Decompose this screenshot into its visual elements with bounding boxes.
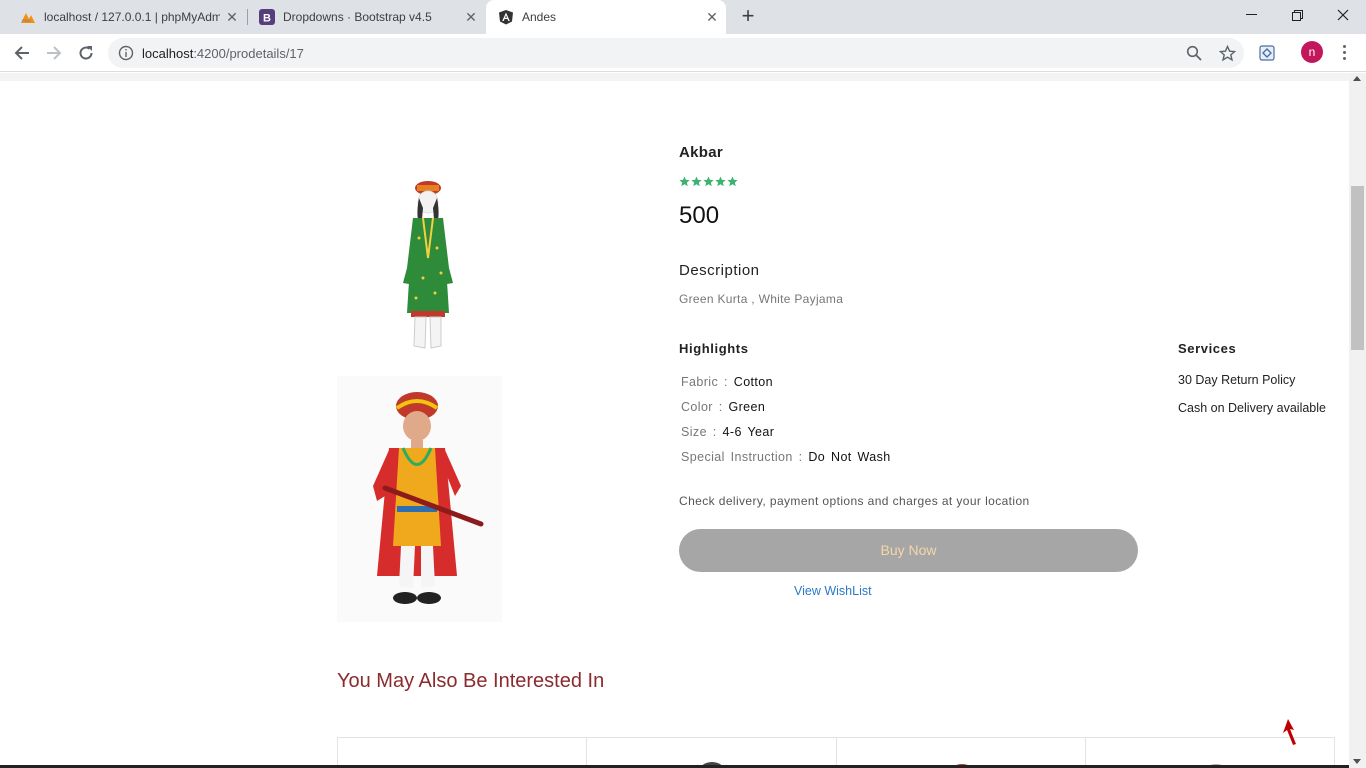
close-window-icon[interactable] [1320, 0, 1366, 30]
product-image-main[interactable] [383, 178, 473, 358]
spec-row: Size : 4-6 Year [681, 425, 775, 439]
spec-row: Special Instruction : Do Not Wash [681, 450, 891, 464]
related-product-card[interactable] [837, 738, 1086, 768]
bootstrap-icon: B [259, 9, 275, 25]
bookmark-star-icon[interactable] [1218, 44, 1236, 62]
product-name: Akbar [679, 144, 724, 161]
spec-row: Fabric : Cotton [681, 375, 773, 389]
spec-label: Size [681, 425, 707, 439]
star-icon [703, 176, 714, 187]
avatar[interactable]: n [1301, 41, 1323, 63]
cursor-icon [1283, 719, 1296, 745]
header-band [0, 73, 1349, 81]
related-product-card[interactable] [338, 738, 588, 768]
description-heading: Description [679, 262, 760, 279]
spec-value: Green [728, 400, 766, 414]
tab-andes[interactable]: Andes ✕ [486, 0, 726, 34]
related-product-card[interactable] [587, 738, 837, 768]
tab-strip: PMA localhost / 127.0.0.1 | phpMyAdm ✕ B… [0, 0, 1366, 34]
star-icon [691, 176, 702, 187]
tab-title: Dropdowns · Bootstrap v4.5 [283, 10, 432, 24]
view-wishlist-link[interactable]: View WishList [794, 584, 872, 598]
phpmyadmin-icon: PMA [20, 9, 36, 25]
spec-value: 4-6 Year [722, 425, 775, 439]
related-heading: You May Also Be Interested In [337, 670, 605, 692]
spec-label: Color [681, 400, 713, 414]
related-products-row [337, 737, 1335, 768]
info-icon[interactable] [118, 45, 134, 61]
scrollbar-thumb[interactable] [1351, 186, 1364, 350]
buy-now-button[interactable]: Buy Now [679, 529, 1138, 572]
spec-label: Fabric [681, 375, 719, 389]
url-text: localhost:4200/prodetails/17 [142, 46, 304, 61]
restore-icon[interactable] [1274, 0, 1320, 30]
extension-icon[interactable] [1253, 39, 1281, 67]
back-icon[interactable] [8, 39, 36, 67]
product-rating [679, 176, 738, 187]
star-icon [727, 176, 738, 187]
service-item: 30 Day Return Policy [1178, 373, 1296, 387]
page-scrollbar[interactable] [1349, 73, 1366, 768]
spec-label: Special Instruction [681, 450, 793, 464]
close-icon[interactable]: ✕ [704, 9, 720, 25]
close-icon[interactable]: ✕ [224, 9, 240, 25]
close-icon[interactable]: ✕ [463, 9, 479, 25]
tab-title: localhost / 127.0.0.1 | phpMyAdm [44, 10, 220, 24]
service-item: Cash on Delivery available [1178, 401, 1326, 415]
menu-icon[interactable] [1336, 42, 1352, 62]
spec-value: Cotton [733, 375, 773, 389]
spec-value: Do Not Wash [808, 450, 891, 464]
delivery-note: Check delivery, payment options and char… [679, 494, 1030, 508]
reload-icon[interactable] [72, 39, 100, 67]
new-tab-button[interactable]: + [736, 5, 760, 29]
svg-text:B: B [263, 13, 271, 25]
services-heading: Services [1178, 341, 1237, 356]
angular-icon [498, 9, 514, 25]
product-image-secondary[interactable] [337, 376, 502, 622]
minimize-icon[interactable] [1228, 0, 1274, 30]
address-bar[interactable]: localhost:4200/prodetails/17 [108, 38, 1244, 68]
zoom-icon[interactable] [1185, 44, 1203, 62]
browser-toolbar: localhost:4200/prodetails/17 n [0, 34, 1366, 72]
highlights-heading: Highlights [679, 341, 749, 356]
url-path: :4200/prodetails/17 [193, 46, 304, 61]
scroll-up-icon[interactable] [1353, 76, 1361, 81]
url-host: localhost [142, 46, 194, 61]
tab-bootstrap[interactable]: B Dropdowns · Bootstrap v4.5 ✕ [247, 0, 485, 34]
page-content: Akbar 500 Description Green Kurta , Whit… [0, 73, 1349, 768]
svg-text:PMA: PMA [22, 18, 31, 23]
scroll-down-icon[interactable] [1353, 759, 1361, 764]
description-text: Green Kurta , White Payjama [679, 292, 844, 306]
tab-phpmyadmin[interactable]: PMA localhost / 127.0.0.1 | phpMyAdm ✕ [8, 0, 246, 34]
forward-icon[interactable] [40, 39, 68, 67]
star-icon [715, 176, 726, 187]
star-icon [679, 176, 690, 187]
spec-row: Color : Green [681, 400, 766, 414]
tab-title: Andes [522, 10, 557, 24]
product-price: 500 [679, 202, 720, 229]
